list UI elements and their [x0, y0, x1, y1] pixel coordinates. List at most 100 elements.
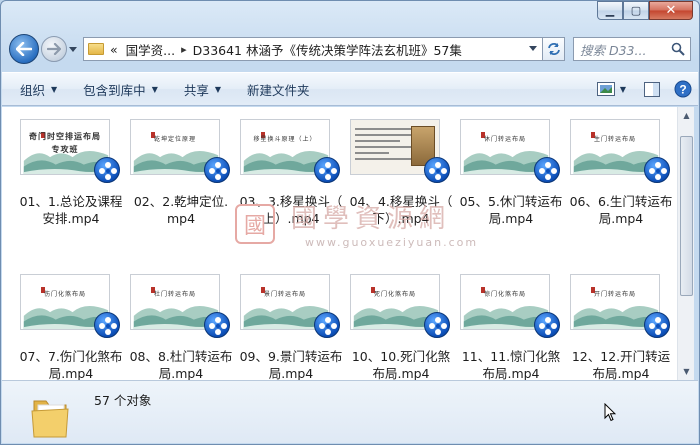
media-player-icon	[94, 157, 120, 183]
preview-pane-icon	[644, 81, 660, 97]
file-name-line: 布局.mp4	[482, 366, 540, 380]
file-name: 01、1.总论及课程 安排.mp4	[8, 193, 134, 227]
include-in-library-menu[interactable]: 包含到库中 ▼	[83, 80, 158, 99]
close-button[interactable]: ✕	[649, 1, 693, 20]
breadcrumb-separator-icon[interactable]: ▸	[181, 43, 187, 56]
file-name-line: 下）.mp4	[372, 211, 430, 226]
file-list-pane[interactable]: 奇门时空排运布局 专攻班 01、1.总论及课程 安排.mp4 乾坤定位原理 02、2.…	[2, 107, 677, 380]
media-player-icon	[534, 312, 560, 338]
media-player-icon	[204, 157, 230, 183]
include-library-label: 包含到库中	[83, 82, 146, 98]
file-name: 04、4.移星换斗（ 下）.mp4	[338, 193, 464, 227]
share-menu[interactable]: 共享 ▼	[184, 80, 221, 99]
arrow-left-icon	[16, 42, 32, 56]
file-name-line: 09、9.景门转运布	[239, 349, 343, 364]
folder-icon	[88, 43, 104, 55]
thumbnail-title: 生门转运布局	[593, 136, 636, 143]
chevron-down-icon: ▼	[151, 84, 158, 94]
explorer-window: ▁ ▢ ✕ « 国学资... ▸ D33641 林涵予《传统决策学阵法玄机班》5…	[0, 0, 700, 445]
media-player-icon	[94, 312, 120, 338]
svg-text:?: ?	[679, 83, 686, 97]
breadcrumb-item[interactable]: 国学资...	[126, 40, 175, 59]
file-name: 11、11.惊门化煞 布局.mp4	[448, 348, 574, 380]
thumbnail-title: 乾坤定位原理	[153, 136, 196, 143]
new-folder-button[interactable]: 新建文件夹	[247, 80, 310, 99]
media-player-icon	[314, 312, 340, 338]
vertical-scrollbar[interactable]: ▲ ▼	[677, 107, 694, 380]
item-count: 57 个对象	[94, 393, 152, 408]
file-name: 07、7.伤门化煞布 局.mp4	[8, 348, 134, 380]
change-view-button[interactable]: ▼	[596, 82, 626, 96]
thumbnail-title: 奇门时空排运布局 专攻班	[29, 131, 101, 154]
file-name: 12、12.开门转运 布局.mp4	[558, 348, 677, 380]
back-button[interactable]	[9, 34, 39, 64]
file-name: 08、8.杜门转运布 局.mp4	[118, 348, 244, 380]
mouse-cursor-icon	[604, 402, 617, 425]
address-dropdown[interactable]	[524, 44, 542, 54]
navigation-bar: « 国学资... ▸ D33641 林涵予《传统决策学阵法玄机班》57集 搜索 …	[9, 34, 691, 64]
organize-menu[interactable]: 组织 ▼	[20, 80, 57, 99]
file-name-line: 局.mp4	[158, 366, 204, 380]
arrow-right-icon	[47, 43, 61, 55]
details-pane: 57 个对象	[2, 380, 698, 443]
document-text-lines	[355, 128, 411, 164]
minimize-button[interactable]: ▁	[597, 1, 623, 20]
file-name-line: 01、1.总论及课程	[19, 194, 123, 209]
thumbnail-title: 休门转运布局	[483, 136, 526, 143]
file-name-line: 12、12.开门转运	[571, 349, 671, 364]
file-name: 02、2.乾坤定位. mp4	[118, 193, 244, 227]
search-input[interactable]: 搜索 D33...	[573, 37, 691, 61]
file-name-line: 08、8.杜门转运布	[129, 349, 233, 364]
caption-buttons: ▁ ▢ ✕	[597, 1, 693, 20]
chevron-down-icon	[529, 46, 537, 51]
organize-label: 组织	[20, 82, 46, 98]
chevron-down-icon[interactable]: ▼	[620, 85, 626, 94]
thumbnail-title: 开门转运布局	[593, 291, 636, 298]
media-player-icon	[314, 157, 340, 183]
file-name-line: 局.mp4	[598, 211, 644, 226]
recent-pages-dropdown[interactable]	[67, 36, 79, 62]
breadcrumb-current[interactable]: D33641 林涵予《传统决策学阵法玄机班》57集	[193, 40, 462, 59]
search-icon[interactable]	[671, 42, 685, 56]
thumbnail-title: 死门化煞布局	[373, 291, 416, 298]
address-bar[interactable]: « 国学资... ▸ D33641 林涵予《传统决策学阵法玄机班》57集	[83, 37, 543, 61]
scrollbar-thumb[interactable]	[680, 136, 693, 296]
file-name: 09、9.景门转运布 局.mp4	[228, 348, 354, 380]
refresh-button[interactable]	[543, 37, 565, 61]
file-name-line: 布局.mp4	[372, 366, 430, 380]
media-player-icon	[644, 157, 670, 183]
refresh-icon	[547, 43, 560, 55]
breadcrumb-overflow[interactable]: «	[110, 42, 118, 57]
help-button[interactable]: ?	[674, 80, 692, 98]
forward-button[interactable]	[41, 36, 67, 62]
file-name-line: 局.mp4	[48, 366, 94, 380]
view-controls: ▼ ?	[589, 80, 692, 98]
folder-icon	[31, 400, 69, 438]
media-player-icon	[204, 312, 230, 338]
media-player-icon	[424, 312, 450, 338]
thumbnail-title: 杜门转运布局	[153, 291, 196, 298]
file-name-line: 04、4.移星换斗（	[349, 194, 453, 209]
file-name-line: 布局.mp4	[592, 366, 650, 380]
file-name: 06、6.生门转运布 局.mp4	[558, 193, 677, 227]
file-name: 05、5.休门转运布 局.mp4	[448, 193, 574, 227]
maximize-button[interactable]: ▢	[623, 1, 649, 20]
file-name-line: mp4	[166, 211, 196, 226]
media-player-icon	[424, 157, 450, 183]
scroll-up-arrow-icon[interactable]: ▲	[678, 107, 695, 124]
file-name-line: 11、11.惊门化煞	[461, 349, 561, 364]
watermark-url: www.guoxueziyuan.com	[305, 236, 479, 249]
file-name-line: 07、7.伤门化煞布	[19, 349, 123, 364]
scroll-down-arrow-icon[interactable]: ▼	[678, 363, 695, 380]
media-player-icon	[644, 312, 670, 338]
chevron-down-icon: ▼	[51, 84, 58, 94]
chevron-down-icon: ▼	[214, 84, 222, 94]
thumbnail-title: 景门转运布局	[263, 291, 306, 298]
file-name: 10、10.死门化煞 布局.mp4	[338, 348, 464, 380]
file-name-line: 局.mp4	[268, 366, 314, 380]
file-name-line: 10、10.死门化煞	[351, 349, 451, 364]
preview-pane-button[interactable]	[644, 81, 660, 97]
file-name-line: 02、2.乾坤定位.	[133, 194, 229, 209]
thumbnail-title: 惊门化煞布局	[483, 291, 526, 298]
thumbnail-title: 伤门化煞布局	[43, 291, 86, 298]
